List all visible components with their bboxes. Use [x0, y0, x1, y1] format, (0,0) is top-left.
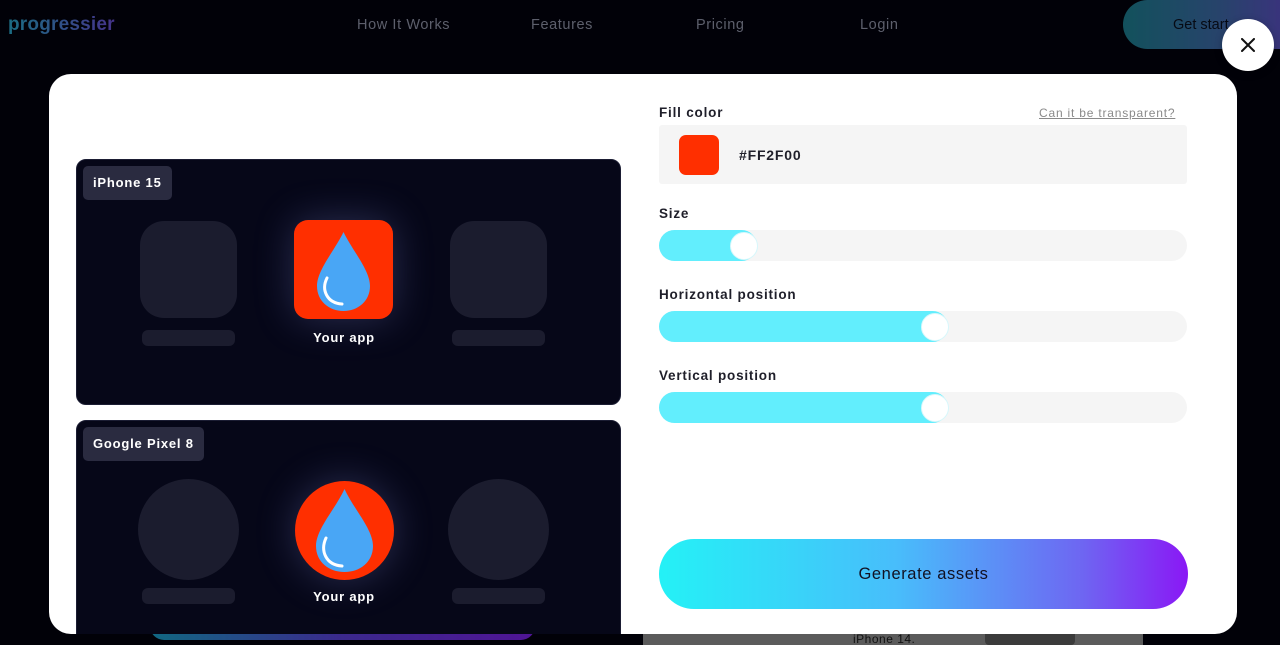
- size-label: Size: [659, 206, 690, 221]
- close-icon: [1241, 38, 1255, 52]
- app-icon-preview: [294, 220, 393, 319]
- water-drop-icon: [316, 489, 373, 572]
- close-button[interactable]: [1222, 19, 1274, 71]
- placeholder-app-label: [142, 330, 235, 346]
- placeholder-app-icon: [140, 221, 237, 318]
- pixel-preview-card: Google Pixel 8 Your app: [76, 420, 621, 634]
- app-label: Your app: [313, 330, 375, 345]
- slider-thumb[interactable]: [920, 312, 949, 341]
- generate-assets-button[interactable]: Generate assets: [659, 539, 1188, 609]
- slider-fill: [659, 392, 948, 423]
- slider-thumb[interactable]: [730, 231, 759, 260]
- transparent-help-link[interactable]: Can it be transparent?: [1039, 106, 1175, 120]
- fill-color-input[interactable]: #FF2F00: [659, 125, 1187, 184]
- fill-color-label: Fill color: [659, 105, 724, 120]
- iphone-preview-card: iPhone 15 Your app: [76, 159, 621, 405]
- app-label: Your app: [313, 589, 375, 604]
- device-tag: iPhone 15: [83, 166, 172, 200]
- hex-value[interactable]: #FF2F00: [739, 147, 801, 163]
- water-drop-icon: [317, 232, 370, 311]
- slider-fill: [659, 311, 948, 342]
- vertical-position-slider[interactable]: [659, 392, 1187, 423]
- placeholder-app-label: [452, 588, 545, 604]
- vertical-position-label: Vertical position: [659, 368, 777, 383]
- horizontal-position-slider[interactable]: [659, 311, 1187, 342]
- placeholder-app-label: [142, 588, 235, 604]
- icon-generator-modal: iPhone 15 Your app Google Pixel 8 Your a…: [49, 74, 1237, 634]
- size-slider[interactable]: [659, 230, 1187, 261]
- color-swatch[interactable]: [679, 135, 719, 175]
- placeholder-app-label: [452, 330, 545, 346]
- placeholder-app-icon: [450, 221, 547, 318]
- placeholder-app-icon: [138, 479, 239, 580]
- horizontal-position-label: Horizontal position: [659, 287, 797, 302]
- app-icon-preview: [295, 481, 394, 580]
- slider-thumb[interactable]: [920, 393, 949, 422]
- placeholder-app-icon: [448, 479, 549, 580]
- device-tag: Google Pixel 8: [83, 427, 204, 461]
